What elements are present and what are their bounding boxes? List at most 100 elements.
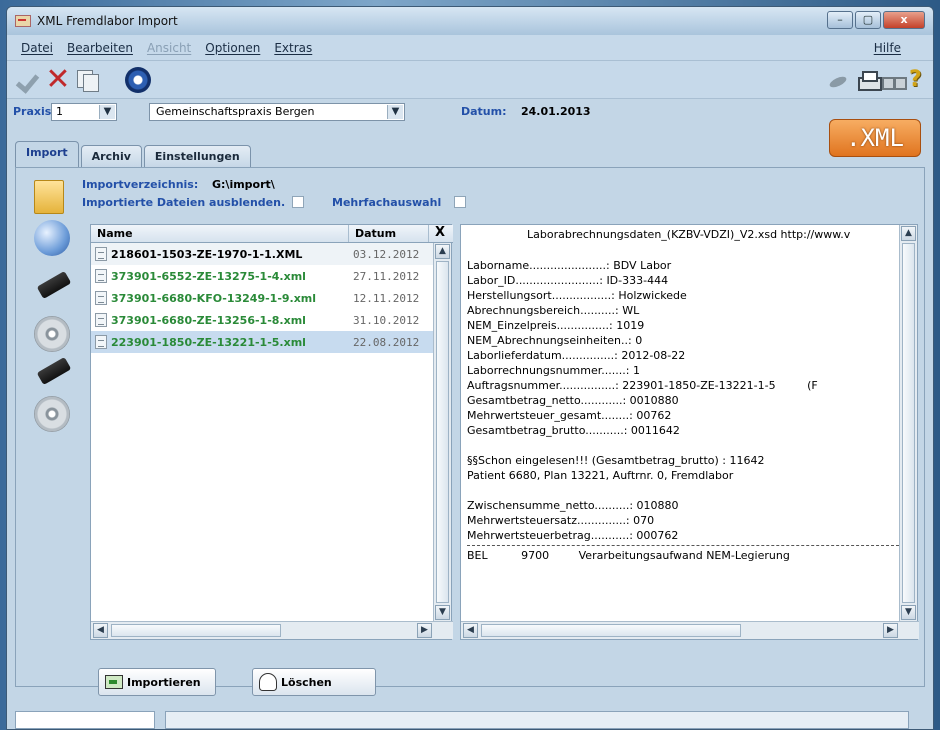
detail-text: Laborabrechnungsdaten_(KZBV-VDZI)_V2.xsd… [467,227,899,605]
usb-drive-icon[interactable] [36,270,72,300]
file-row-selected[interactable]: 223901-1850-ZE-13221-1-5.xml 22.08.2012 [91,331,433,353]
refresh-icon[interactable] [125,67,151,93]
scroll-thumb[interactable] [436,261,449,603]
sum-field: Zwischensumme_netto..........: 010880 [467,499,679,512]
detail-header: Laborabrechnungsdaten_(KZBV-VDZI)_V2.xsd… [527,228,851,241]
datum-label: Datum: [461,105,507,118]
bel-line: BEL 9700 Verarbeitungsaufwand NEM-Legier… [467,548,899,563]
detail-vscrollbar[interactable]: ▲ ▼ [899,225,917,623]
hide-imported-label: Importierte Dateien ausblenden. [82,196,286,209]
praxis-row: Praxis 1 ▼ Gemeinschaftspraxis Bergen ▼ … [7,99,933,125]
datum-value: 24.01.2013 [521,105,591,118]
multi-select-checkbox[interactable] [454,196,466,208]
cd-icon[interactable] [34,396,70,432]
scroll-down-button[interactable]: ▼ [435,605,450,620]
bel-number: 9700 [521,549,550,562]
detail-field: Gesamtbetrag_netto............: 0010880 [467,394,679,407]
tab-archiv[interactable]: Archiv [80,145,142,167]
chevron-down-icon[interactable]: ▼ [387,105,403,119]
scroll-right-button[interactable]: ▶ [883,623,898,638]
scroll-left-button[interactable]: ◀ [463,623,478,638]
column-header-name[interactable]: Name [91,225,349,242]
scroll-down-button[interactable]: ▼ [901,605,916,620]
import-dir-value: G:\import\ [212,178,275,191]
scroll-thumb[interactable] [481,624,741,637]
x-icon[interactable]: ✕ [45,65,71,95]
detail-field: NEM_Einzelpreis...............: 1019 [467,319,645,332]
copy-icon[interactable] [75,67,101,93]
check-icon[interactable] [17,67,43,93]
scroll-left-button[interactable]: ◀ [93,623,108,638]
file-date: 27.11.2012 [353,269,420,283]
bel-description: Verarbeitungsaufwand NEM-Legierung [578,549,790,562]
divider [467,545,899,546]
pin-icon[interactable] [827,67,853,93]
detail-hscrollbar[interactable]: ◀ ▶ [461,621,919,639]
file-list-vscrollbar[interactable]: ▲ ▼ [433,243,451,623]
toolbar: ✕ ? [7,61,933,99]
menu-ansicht[interactable]: Ansicht [147,41,191,55]
file-row[interactable]: 218601-1503-ZE-1970-1-1.XML 03.12.2012 [91,243,433,265]
file-row[interactable]: 373901-6680-ZE-13256-1-8.xml 31.10.2012 [91,309,433,331]
file-name: 373901-6680-KFO-13249-1-9.xml [111,291,317,305]
window-controls: – ▢ x [827,11,925,29]
file-row[interactable]: 373901-6680-KFO-13249-1-9.xml 12.11.2012 [91,287,433,309]
minimize-button[interactable]: – [827,11,853,29]
scroll-thumb[interactable] [111,624,281,637]
detail-field: Mehrwertsteuer_gesamt........: 00762 [467,409,672,422]
column-header-datum[interactable]: Datum [349,225,429,242]
file-list-hscrollbar[interactable]: ◀ ▶ [91,621,453,639]
file-name: 373901-6680-ZE-13256-1-8.xml [111,313,306,327]
globe-icon[interactable] [34,220,70,256]
file-row[interactable]: 373901-6552-ZE-13275-1-4.xml 27.11.2012 [91,265,433,287]
menu-hilfe[interactable]: Hilfe [874,41,901,55]
tab-einstellungen[interactable]: Einstellungen [143,145,251,167]
tab-bar: Import Archiv Einstellungen [15,141,253,167]
praxis-number-select[interactable]: 1 ▼ [51,103,117,121]
glasses-icon[interactable] [881,67,907,93]
close-list-icon[interactable]: X [429,225,451,242]
menu-optionen[interactable]: Optionen [205,41,260,55]
help-icon[interactable]: ? [909,67,933,93]
cd-icon[interactable] [34,316,70,352]
file-list: Name Datum X 218601-1503-ZE-1970-1-1.XML… [90,224,453,640]
title-bar[interactable]: XML Fremdlabor Import – ▢ x [7,7,933,35]
detail-field: NEM_Abrechnungseinheiten..: 0 [467,334,643,347]
chevron-down-icon[interactable]: ▼ [99,105,115,119]
maximize-button[interactable]: ▢ [855,11,881,29]
detail-field: Auftragsnummer................: 223901-1… [467,379,776,392]
scroll-right-button[interactable]: ▶ [417,623,432,638]
document-icon [95,335,107,349]
file-date: 12.11.2012 [353,291,420,305]
printer-icon[interactable] [855,67,882,93]
scroll-up-button[interactable]: ▲ [901,226,916,241]
folder-icon[interactable] [34,180,64,214]
patient-note: Patient 6680, Plan 13221, Auftrnr. 0, Fr… [467,469,734,482]
praxis-number-value: 1 [56,105,63,118]
usb-drive-icon[interactable] [36,356,72,386]
tab-import[interactable]: Import [15,141,79,167]
detail-field: Herstellungsort.................: Holzwi… [467,289,687,302]
app-window: XML Fremdlabor Import – ▢ x Datei Bearbe… [6,6,934,730]
hide-imported-checkbox[interactable] [292,196,304,208]
file-rows: 218601-1503-ZE-1970-1-1.XML 03.12.2012 3… [91,243,433,623]
menu-extras[interactable]: Extras [274,41,312,55]
file-date: 31.10.2012 [353,313,420,327]
status-field [15,711,155,729]
delete-button[interactable]: Löschen [252,668,376,696]
document-icon [95,247,107,261]
import-button-label: Importieren [127,675,201,689]
detail-field-row: Auftragsnummer................: 223901-1… [467,378,899,393]
scroll-thumb[interactable] [902,243,915,603]
import-button[interactable]: Importieren [98,668,216,696]
file-name: 373901-6552-ZE-13275-1-4.xml [111,269,306,283]
praxis-name-select[interactable]: Gemeinschaftspraxis Bergen ▼ [149,103,405,121]
import-icon [105,675,123,689]
close-button[interactable]: x [883,11,925,29]
menu-bearbeiten[interactable]: Bearbeiten [67,41,133,55]
sum-field: Mehrwertsteuersatz..............: 070 [467,514,655,527]
menu-datei[interactable]: Datei [21,41,53,55]
detail-field: Gesamtbetrag_brutto...........: 0011642 [467,424,680,437]
scroll-up-button[interactable]: ▲ [435,244,450,259]
detail-field: Abrechnungsbereich..........: WL [467,304,640,317]
